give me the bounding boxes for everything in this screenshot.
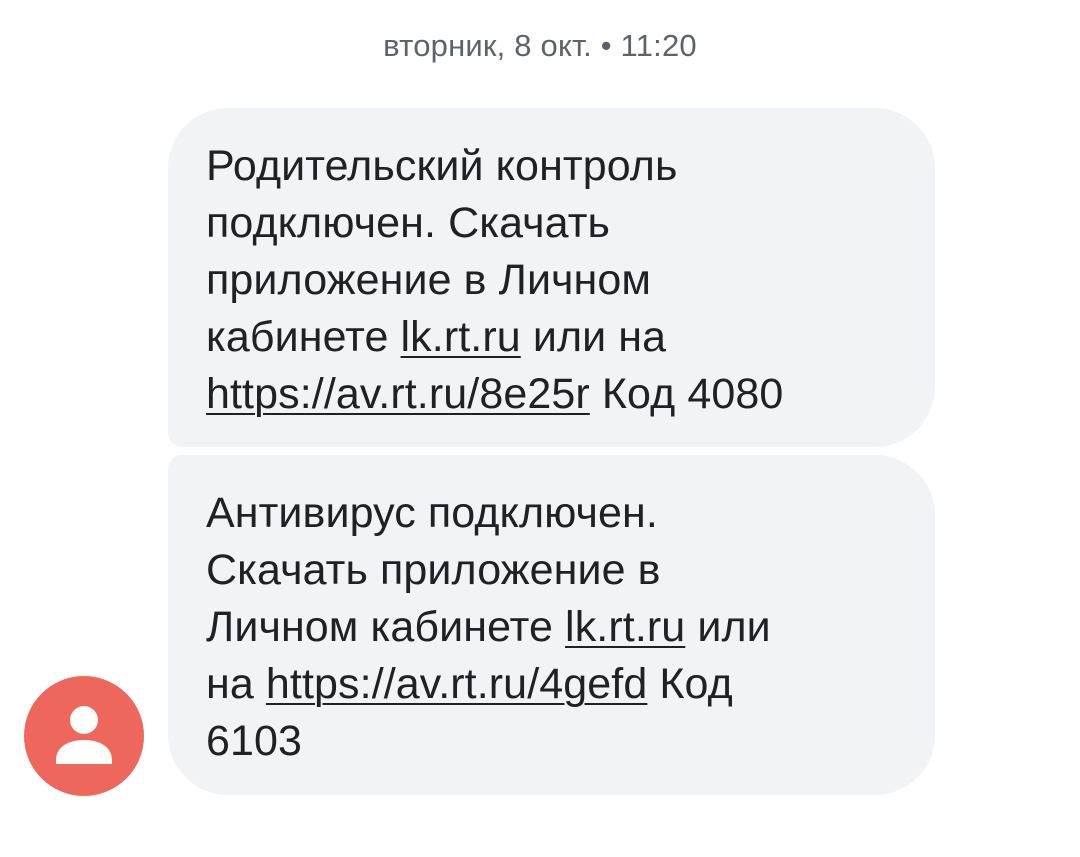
download-link[interactable]: https://av.rt.ru/8e25r [206, 370, 590, 418]
message-timestamp: вторник, 8 окт. • 11:20 [383, 28, 697, 63]
message-line: на https://av.rt.ru/4gefd Код [206, 656, 905, 713]
message-line: Скачать приложение в [206, 546, 661, 594]
sender-avatar[interactable] [24, 676, 144, 796]
lk-link[interactable]: lk.rt.ru [401, 313, 521, 361]
message-line: Личном кабинете lk.rt.ru или [206, 599, 905, 656]
message-line: Родительский контроль [206, 142, 678, 190]
message-bubble[interactable]: Антивирус подключен. Скачать приложение … [168, 455, 935, 795]
message-line: кабинете lk.rt.ru или на [206, 309, 905, 366]
message-line: Антивирус подключен. [206, 489, 658, 537]
person-icon [56, 706, 112, 764]
message-text: Личном кабинете [206, 603, 566, 651]
message-text: кабинете [206, 313, 401, 361]
message-text: на [206, 660, 266, 708]
lk-link[interactable]: lk.rt.ru [565, 603, 685, 651]
download-link[interactable]: https://av.rt.ru/4gefd [266, 660, 647, 708]
message-text: Код 4080 [589, 370, 784, 418]
message-line: 6103 [206, 717, 303, 765]
message-line: https://av.rt.ru/8e25r Код 4080 [206, 366, 905, 423]
message-text: или [685, 603, 771, 651]
message-line: подключен. Скачать [206, 199, 611, 247]
message-bubble[interactable]: Родительский контроль подключен. Скачать… [168, 108, 935, 447]
message-text: или на [520, 313, 667, 361]
message-text: Код [647, 660, 733, 708]
message-line: приложение в Личном [206, 256, 652, 304]
